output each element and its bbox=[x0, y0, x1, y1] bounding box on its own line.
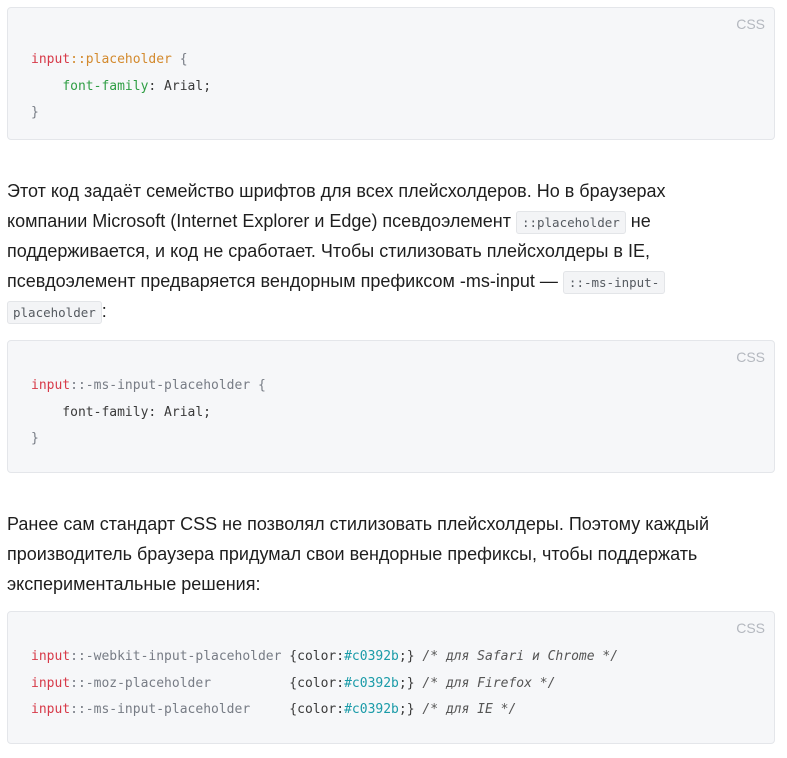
inline-code: placeholder bbox=[7, 301, 102, 324]
paragraph-line: поддерживается, и код не сработает. Чтоб… bbox=[7, 241, 651, 261]
code-line: input::-moz-placeholder {color:#c0392b;}… bbox=[31, 676, 555, 692]
paragraph-1: Этот код задаёт семейство шрифтов для вс… bbox=[7, 176, 777, 326]
paragraph-line: экспериментальные решения: bbox=[7, 574, 261, 594]
code-value: : Arial; bbox=[148, 79, 212, 94]
code-selector: input bbox=[31, 649, 71, 664]
code-line: font-family: Arial; bbox=[31, 79, 211, 95]
code-open: {color: bbox=[289, 676, 345, 691]
paragraph-line: Ранее сам стандарт CSS не позволял стили… bbox=[7, 514, 710, 534]
code-block-3: CSS input::-webkit-input-placeholder {co… bbox=[7, 611, 775, 744]
code-close: ;} bbox=[398, 649, 415, 664]
code-lang-label: CSS bbox=[736, 16, 765, 32]
code-rest: ::-ms-input-placeholder { bbox=[70, 378, 266, 393]
code-pseudo: ::-webkit-input-placeholder bbox=[70, 649, 290, 664]
code-comment: /* для Safari и Chrome */ bbox=[414, 649, 619, 664]
code-pseudo: ::-moz-placeholder bbox=[70, 676, 290, 691]
code-property: font-family bbox=[62, 79, 149, 94]
code-hex: #c0392b bbox=[344, 702, 399, 717]
code-selector: input bbox=[31, 702, 71, 717]
code-line: input::placeholder { bbox=[31, 52, 188, 68]
code-close: ;} bbox=[398, 676, 415, 691]
code-line: } bbox=[31, 431, 39, 446]
code-brace: { bbox=[171, 52, 188, 67]
code-lang-label: CSS bbox=[736, 620, 765, 636]
paragraph-text: не bbox=[625, 211, 651, 231]
paragraph-line: Этот код задаёт семейство шрифтов для вс… bbox=[7, 181, 666, 201]
inline-code: ::-ms-input- bbox=[562, 271, 666, 294]
code-open: {color: bbox=[289, 649, 345, 664]
code-open: {color: bbox=[289, 702, 345, 717]
code-pseudo: ::placeholder bbox=[70, 52, 172, 67]
code-line: } bbox=[31, 105, 39, 120]
paragraph-text: : bbox=[101, 301, 107, 321]
code-line: input::-ms-input-placeholder { bbox=[31, 378, 266, 394]
code-selector: input bbox=[31, 52, 71, 67]
paragraph-text: псевдоэлемент предваряется вендорным пре… bbox=[7, 271, 563, 291]
code-close: ;} bbox=[398, 702, 415, 717]
paragraph-line: псевдоэлемент предваряется вендорным пре… bbox=[7, 266, 666, 298]
code-selector: input bbox=[31, 676, 71, 691]
code-line: font-family: Arial; bbox=[31, 405, 212, 420]
code-lang-label: CSS bbox=[736, 349, 765, 365]
paragraph-2: Ранее сам стандарт CSS не позволял стили… bbox=[7, 509, 777, 599]
paragraph-text: компании Microsoft (Internet Explorer и … bbox=[7, 211, 516, 231]
code-line: input::-webkit-input-placeholder {color:… bbox=[31, 649, 618, 665]
code-pseudo: ::-ms-input-placeholder bbox=[70, 702, 290, 717]
paragraph-line: компании Microsoft (Internet Explorer и … bbox=[7, 206, 651, 238]
code-hex: #c0392b bbox=[344, 649, 399, 664]
paragraph-line: производитель браузера придумал свои вен… bbox=[7, 544, 698, 564]
code-selector: input bbox=[31, 378, 71, 393]
code-comment: /* для IE */ bbox=[414, 702, 517, 717]
code-hex: #c0392b bbox=[344, 676, 399, 691]
code-block-1: CSS input::placeholder { font-family: Ar… bbox=[7, 7, 775, 140]
code-block-2: CSS input::-ms-input-placeholder { font-… bbox=[7, 340, 775, 473]
paragraph-line: placeholder: bbox=[7, 296, 107, 328]
code-comment: /* для Firefox */ bbox=[414, 676, 556, 691]
code-line: input::-ms-input-placeholder {color:#c03… bbox=[31, 702, 516, 718]
inline-code: ::placeholder bbox=[515, 211, 626, 234]
